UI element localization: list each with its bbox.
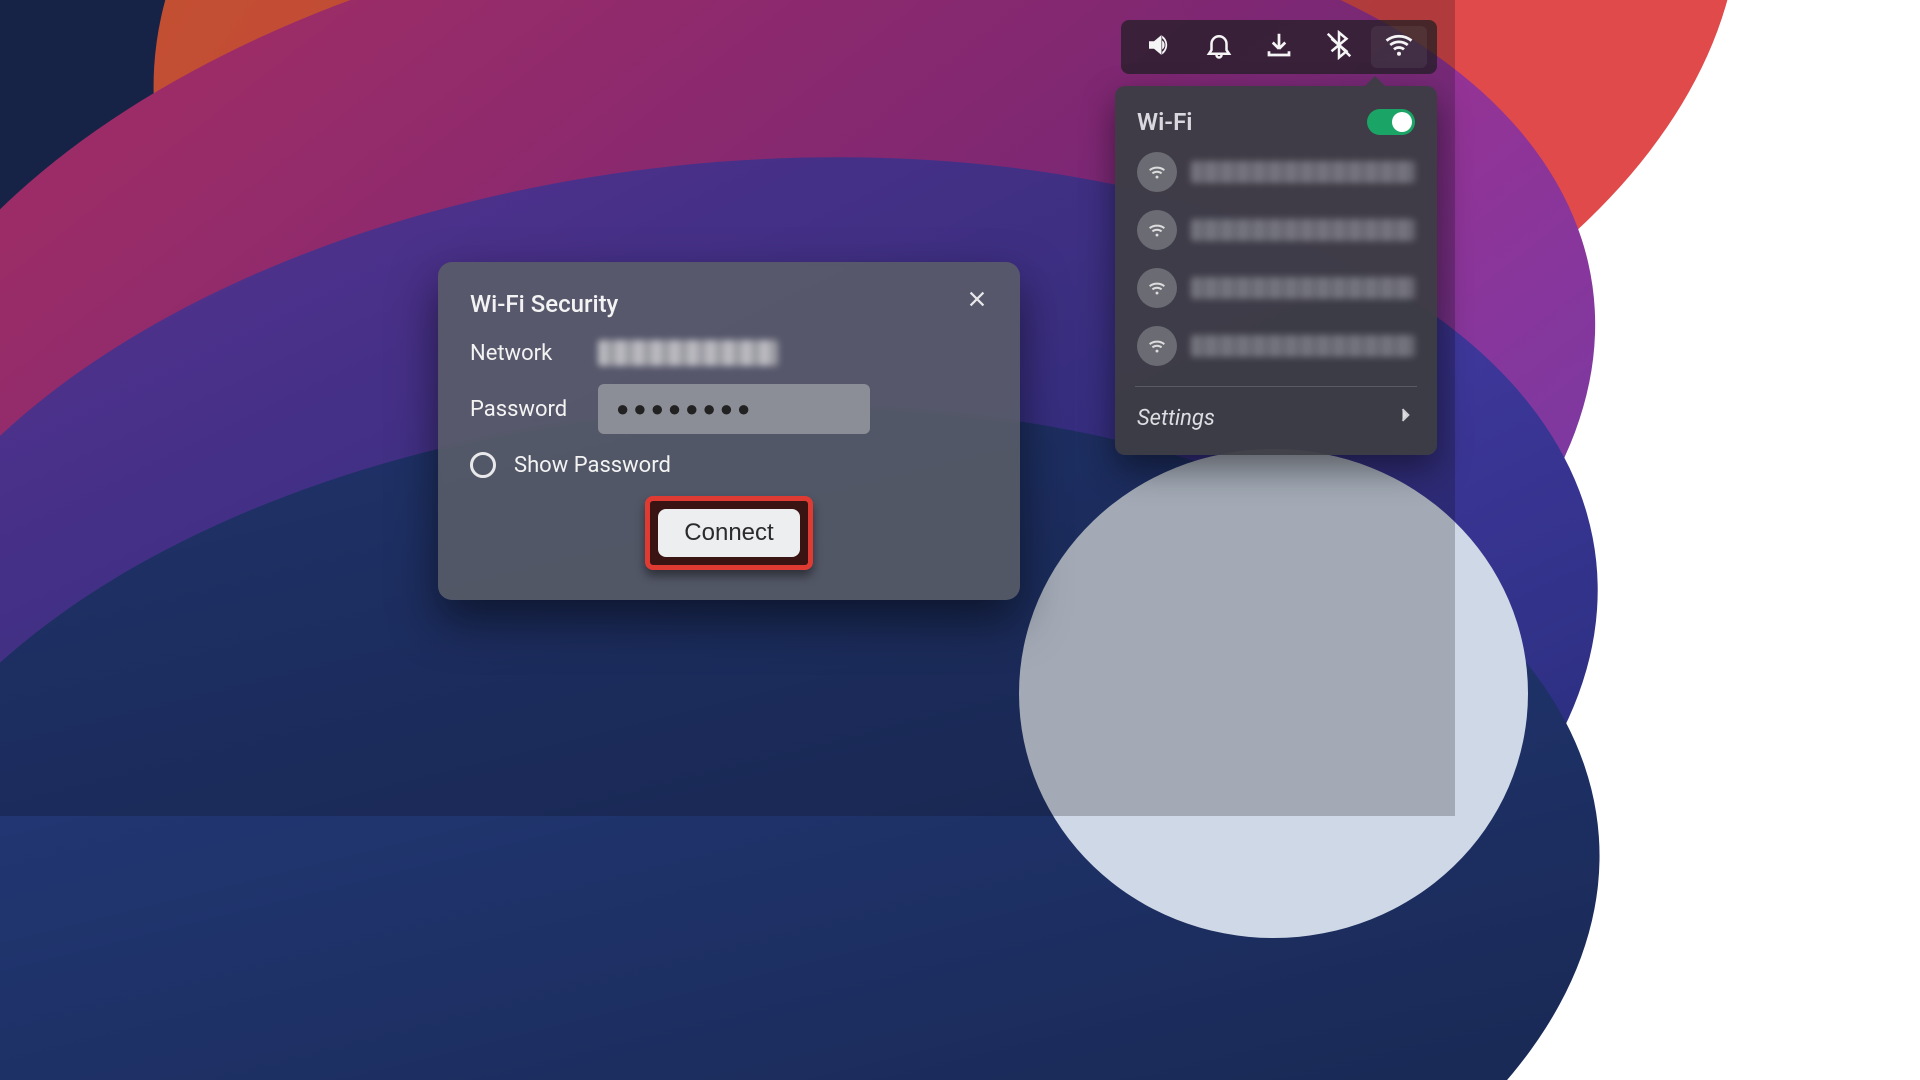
system-tray	[1121, 20, 1437, 74]
wifi-icon	[1137, 210, 1177, 250]
tray-sound[interactable]	[1131, 26, 1187, 68]
network-name-redacted	[598, 340, 778, 366]
wifi-toggle[interactable]	[1367, 109, 1415, 135]
wifi-network-item[interactable]	[1137, 324, 1415, 368]
tray-bluetooth[interactable]	[1311, 26, 1367, 68]
close-icon	[966, 288, 988, 314]
download-icon	[1264, 30, 1294, 64]
tray-downloads[interactable]	[1251, 26, 1307, 68]
wifi-icon	[1384, 30, 1414, 64]
bluetooth-off-icon	[1324, 30, 1354, 64]
password-label: Password	[470, 397, 580, 422]
tray-wifi[interactable]	[1371, 26, 1427, 68]
password-input[interactable]	[598, 384, 870, 434]
connect-button[interactable]: Connect	[658, 509, 799, 557]
wifi-network-name-redacted	[1191, 277, 1415, 299]
bell-icon	[1204, 30, 1234, 64]
wifi-network-item[interactable]	[1137, 208, 1415, 252]
show-password-checkbox[interactable]: Show Password	[470, 452, 988, 478]
chevron-right-icon	[1395, 405, 1415, 431]
network-label: Network	[470, 341, 580, 366]
radio-unchecked-icon	[470, 452, 496, 478]
wifi-network-item[interactable]	[1137, 266, 1415, 310]
connect-highlight: Connect	[645, 496, 812, 570]
wifi-settings-label: Settings	[1137, 406, 1215, 431]
show-password-label: Show Password	[514, 453, 671, 478]
wifi-icon	[1137, 152, 1177, 192]
wifi-panel: Wi-Fi Settings	[1115, 86, 1437, 455]
tray-notifications[interactable]	[1191, 26, 1247, 68]
divider	[1135, 386, 1417, 387]
wifi-icon	[1137, 326, 1177, 366]
dialog-title: Wi-Fi Security	[470, 290, 988, 318]
wifi-network-name-redacted	[1191, 335, 1415, 357]
wifi-network-list	[1137, 150, 1415, 368]
wifi-icon	[1137, 268, 1177, 308]
wifi-network-name-redacted	[1191, 219, 1415, 241]
wifi-network-name-redacted	[1191, 161, 1415, 183]
wifi-panel-title: Wi-Fi	[1137, 108, 1193, 136]
wifi-security-dialog: Wi-Fi Security Network Password Show Pas…	[438, 262, 1020, 600]
wifi-network-item[interactable]	[1137, 150, 1415, 194]
wifi-settings-link[interactable]: Settings	[1137, 405, 1415, 431]
sound-icon	[1144, 30, 1174, 64]
dialog-close-button[interactable]	[962, 286, 992, 316]
